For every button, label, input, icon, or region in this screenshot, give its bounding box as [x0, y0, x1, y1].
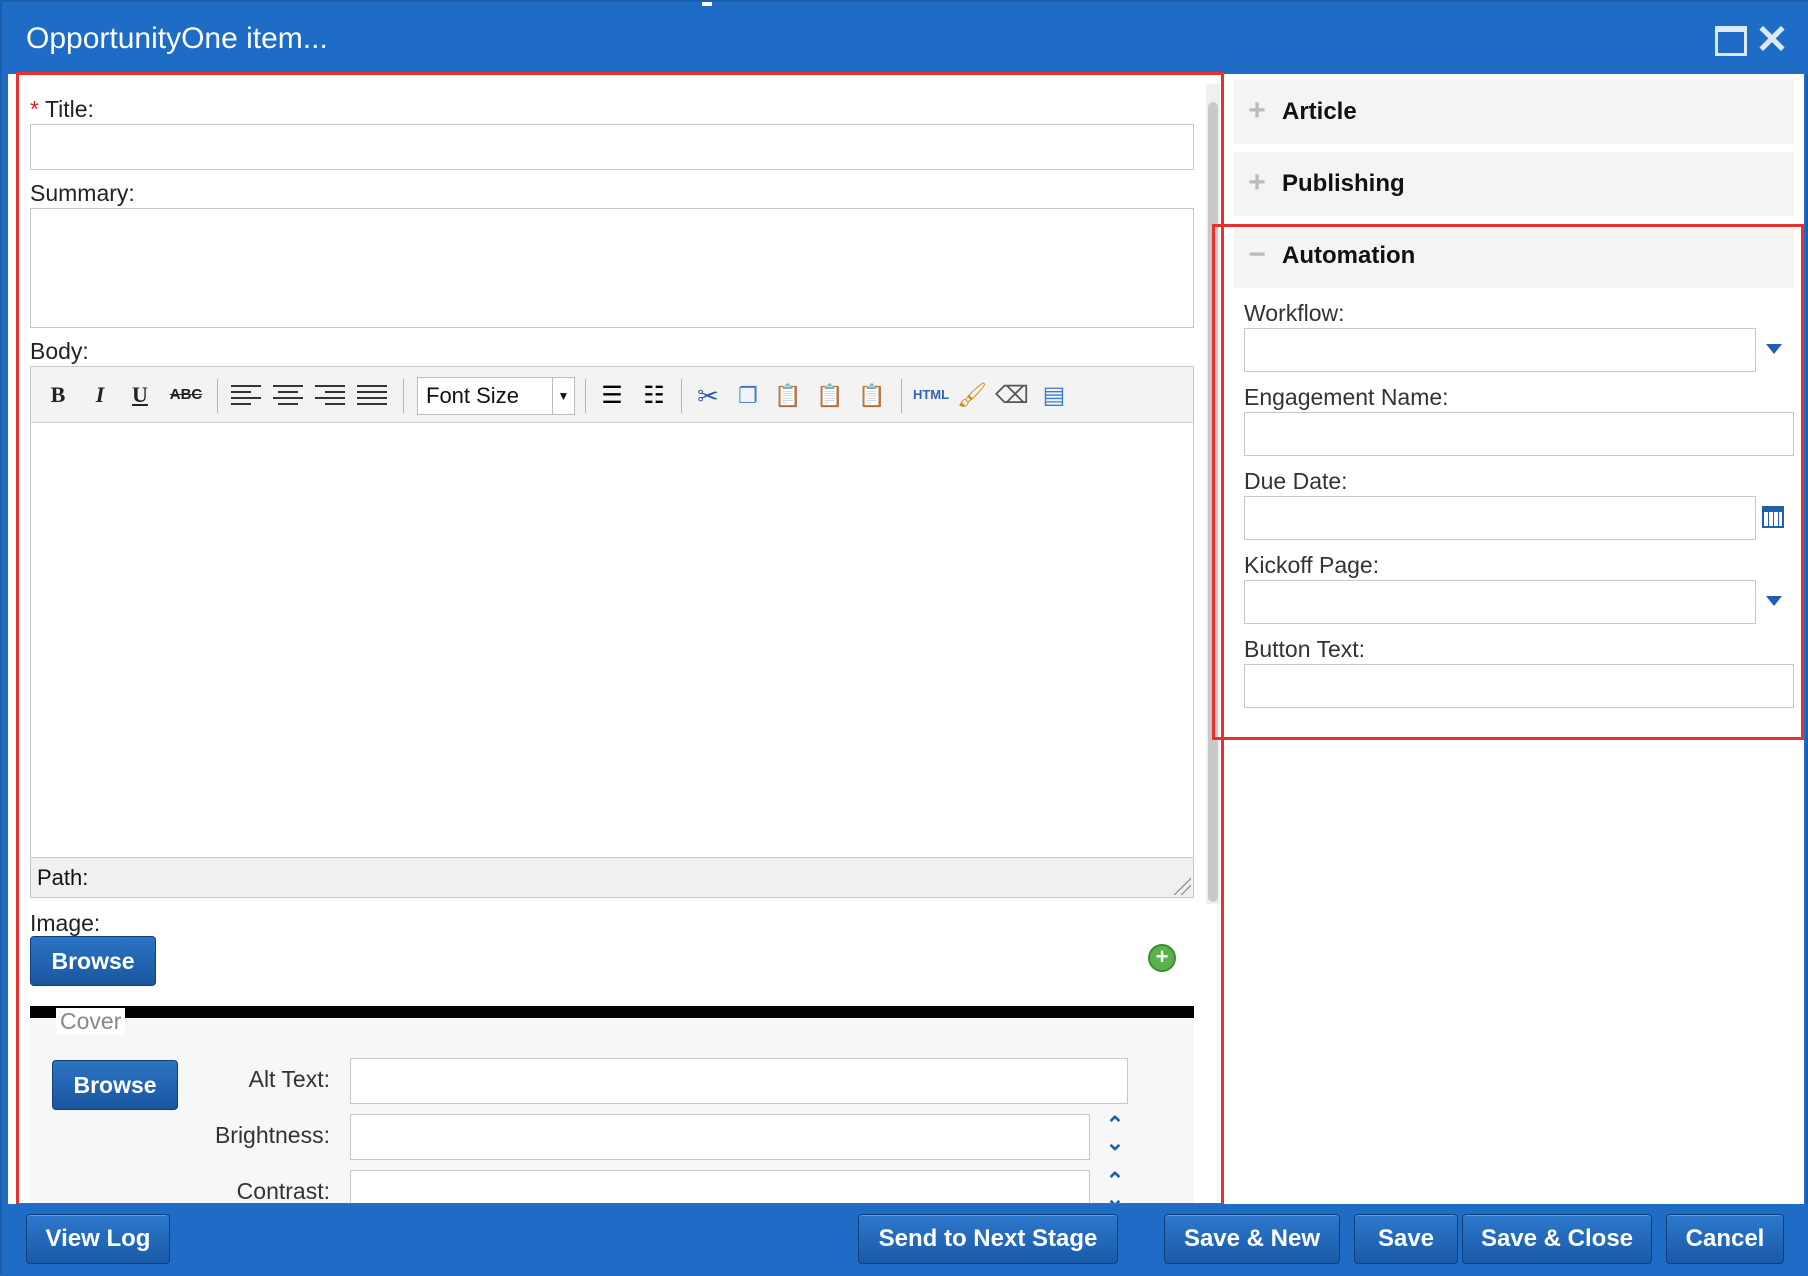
calendar-icon[interactable]: [1762, 506, 1784, 528]
font-size-value: Font Size: [426, 383, 519, 408]
main-form-panel: * Title: Summary: Body: B I U ABC Font S…: [18, 74, 1220, 1204]
kickoff-page-select[interactable]: [1244, 580, 1756, 624]
paste-icon[interactable]: 📋: [771, 379, 805, 413]
due-date-label: Due Date:: [1244, 468, 1348, 494]
editor-toolbar: B I U ABC Font Size ▼ ☰ ☷ ✂ ❐ 📋 📋 📋 HTML…: [31, 367, 1193, 423]
image-label: Image:: [30, 910, 101, 936]
summary-label: Summary:: [30, 180, 135, 206]
path-label: Path:: [37, 865, 89, 890]
kickoff-page-label: Kickoff Page:: [1244, 552, 1380, 578]
toolbar-separator: [681, 379, 682, 413]
section-title-publishing: Publishing: [1282, 170, 1405, 197]
section-article[interactable]: + Article: [1234, 80, 1794, 144]
section-title-automation: Automation: [1282, 242, 1416, 269]
required-marker: *: [30, 96, 39, 122]
resize-grip-icon[interactable]: [1173, 877, 1191, 895]
full-screen-icon[interactable]: ▤: [1037, 379, 1071, 413]
toolbar-separator: [217, 379, 218, 413]
image-browse-button[interactable]: Browse: [30, 936, 156, 986]
toolbar-separator: [585, 379, 586, 413]
button-text-input[interactable]: [1244, 664, 1794, 708]
brightness-label: Brightness:: [214, 1122, 330, 1148]
title-input[interactable]: [30, 124, 1194, 170]
cover-fieldset: Browse Alt Text: Brightness: ⌃ ⌄ Contrast…: [30, 1018, 1194, 1204]
bold-button[interactable]: B: [45, 379, 71, 411]
due-date-input[interactable]: [1244, 496, 1756, 540]
window-title: OpportunityOne item...: [26, 22, 328, 55]
side-panel: + Article + Publishing − Automation Work…: [1228, 74, 1804, 1204]
title-tick: [702, 2, 712, 6]
save-close-button[interactable]: Save & Close: [1462, 1214, 1652, 1264]
engagement-name-input[interactable]: [1244, 412, 1794, 456]
font-size-select[interactable]: Font Size ▼: [417, 377, 575, 415]
save-button[interactable]: Save: [1354, 1214, 1458, 1264]
summary-textarea[interactable]: [30, 208, 1194, 328]
chevron-down-icon[interactable]: [1766, 596, 1782, 606]
brightness-stepper-icon[interactable]: ⌃ ⌄: [1102, 1114, 1128, 1160]
add-circle-icon[interactable]: +: [1148, 944, 1176, 972]
cover-divider: [30, 1006, 1194, 1018]
numbered-list-icon[interactable]: ☷: [637, 379, 671, 413]
dialog-window: OpportunityOne item... ✕ * Title: Summary…: [0, 0, 1808, 1276]
align-left-icon[interactable]: [231, 381, 261, 409]
contrast-stepper-icon[interactable]: ⌃ ⌄: [1102, 1170, 1128, 1205]
action-bar: View Log Send to Next Stage Save & New S…: [2, 1204, 1808, 1276]
clean-format-icon[interactable]: 🖌: [955, 379, 989, 413]
eraser-icon[interactable]: ⌫: [995, 379, 1029, 413]
toolbar-separator: [901, 379, 902, 413]
strikethrough-button[interactable]: ABC: [167, 379, 205, 411]
form-scrollbar[interactable]: [1206, 84, 1220, 904]
engagement-name-label: Engagement Name:: [1244, 384, 1449, 410]
view-log-button[interactable]: View Log: [26, 1214, 170, 1264]
editor-path-bar: Path:: [31, 857, 1193, 897]
html-view-button[interactable]: HTML: [909, 379, 953, 411]
workflow-label: Workflow:: [1244, 300, 1345, 326]
brightness-input[interactable]: [350, 1114, 1090, 1160]
contrast-label: Contrast:: [236, 1178, 330, 1204]
section-automation[interactable]: − Automation: [1234, 224, 1794, 288]
collapse-minus-icon[interactable]: −: [1246, 240, 1268, 270]
paste-word-icon[interactable]: 📋: [855, 379, 889, 413]
title-label-text: Title:: [44, 96, 94, 122]
section-title-article: Article: [1282, 98, 1357, 125]
save-new-button[interactable]: Save & New: [1164, 1214, 1340, 1264]
toolbar-separator: [403, 379, 404, 413]
align-right-icon[interactable]: [315, 381, 345, 409]
button-text-label: Button Text:: [1244, 636, 1366, 662]
chevron-down-icon: ▼: [552, 378, 574, 414]
body-label: Body:: [30, 338, 89, 364]
alt-text-label: Alt Text:: [248, 1066, 330, 1092]
cut-icon[interactable]: ✂: [691, 379, 725, 413]
align-center-icon[interactable]: [273, 381, 303, 409]
cover-legend: Cover: [56, 1008, 126, 1035]
italic-button[interactable]: I: [87, 379, 113, 411]
dialog-content: * Title: Summary: Body: B I U ABC Font S…: [8, 72, 1804, 1206]
section-publishing[interactable]: + Publishing: [1234, 152, 1794, 216]
expand-plus-icon[interactable]: +: [1246, 96, 1268, 126]
close-icon[interactable]: ✕: [1754, 20, 1790, 60]
bullet-list-icon[interactable]: ☰: [595, 379, 629, 413]
cancel-button[interactable]: Cancel: [1666, 1214, 1784, 1264]
title-bar[interactable]: OpportunityOne item... ✕: [2, 2, 1808, 74]
underline-button[interactable]: U: [127, 379, 153, 411]
copy-icon[interactable]: ❐: [731, 379, 765, 413]
body-rich-editor[interactable]: B I U ABC Font Size ▼ ☰ ☷ ✂ ❐ 📋 📋 📋 HTML…: [30, 366, 1194, 898]
title-label: * Title:: [30, 96, 94, 123]
expand-plus-icon[interactable]: +: [1246, 168, 1268, 198]
maximize-icon[interactable]: [1715, 26, 1747, 56]
contrast-input[interactable]: [350, 1170, 1090, 1204]
scrollbar-thumb[interactable]: [1208, 102, 1218, 902]
align-justify-icon[interactable]: [357, 381, 387, 409]
send-to-next-stage-button[interactable]: Send to Next Stage: [858, 1214, 1118, 1264]
chevron-down-icon[interactable]: [1766, 344, 1782, 354]
workflow-select[interactable]: [1244, 328, 1756, 372]
paste-text-icon[interactable]: 📋: [813, 379, 847, 413]
alt-text-input[interactable]: [350, 1058, 1128, 1104]
